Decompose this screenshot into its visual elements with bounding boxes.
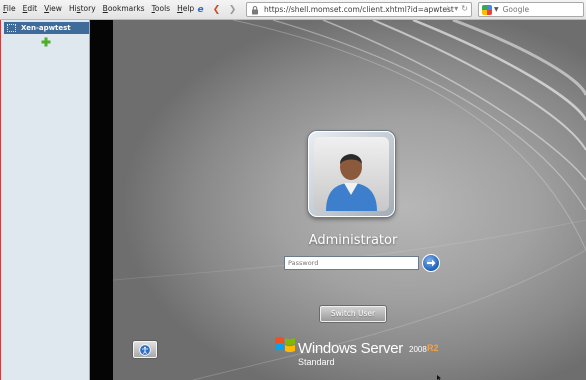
google-icon[interactable] — [482, 4, 492, 15]
green-plus-icon[interactable] — [41, 37, 51, 47]
ease-of-access-icon — [139, 343, 151, 356]
server-icon — [7, 24, 16, 32]
back-arrow-icon[interactable]: ❮ — [210, 3, 223, 16]
windows-edition: Standard — [298, 357, 335, 367]
search-engine-dropdown-icon[interactable]: ▼ — [494, 6, 499, 13]
sidebar-item-server[interactable]: Xen-apwtest — [4, 22, 89, 34]
forward-arrow-icon[interactable]: ❯ — [226, 3, 239, 16]
search-bar[interactable]: ▼ — [478, 2, 584, 17]
desktop-border — [90, 20, 113, 380]
user-avatar — [308, 131, 395, 217]
windows-logo-icon — [275, 336, 295, 353]
menu-edit[interactable]: Edit — [23, 4, 38, 13]
mouse-cursor-icon — [437, 375, 442, 380]
menu-view[interactable]: View — [44, 4, 62, 13]
reload-icon[interactable]: ↻ — [461, 4, 468, 13]
menu-bar: File Edit View History Bookmarks Tools H… — [3, 4, 201, 13]
windows-server-wordmark: Windows Server — [298, 340, 403, 357]
switch-user-button[interactable]: Switch User — [320, 306, 386, 322]
star-icon[interactable]: ☆ — [444, 4, 451, 13]
lock-icon — [252, 5, 258, 14]
menu-history[interactable]: History — [69, 4, 96, 13]
username-label: Administrator — [308, 233, 398, 248]
user-icon — [326, 154, 377, 211]
url-bar[interactable]: https://shell.momset.com/client.xhtml?id… — [246, 2, 472, 17]
windows-version: 2008 — [409, 345, 427, 354]
url-bar-controls: ☆ ▾ ↻ — [444, 4, 468, 13]
search-input[interactable] — [502, 5, 573, 14]
windows-release: R2 — [427, 343, 439, 353]
connection-sidebar: Xen-apwtest — [0, 20, 90, 380]
dropdown-icon[interactable]: ▾ — [454, 4, 458, 13]
ease-of-access-button[interactable] — [133, 341, 157, 358]
nav-buttons: e ❮ ❯ — [194, 3, 239, 16]
menu-file[interactable]: File — [3, 4, 16, 13]
ie-icon[interactable]: e — [194, 3, 207, 16]
menu-bookmarks[interactable]: Bookmarks — [103, 4, 145, 13]
submit-arrow-button[interactable] — [422, 254, 440, 272]
arrow-right-icon — [427, 259, 436, 267]
menu-help[interactable]: Help — [177, 4, 194, 13]
password-field[interactable] — [284, 256, 419, 270]
sidebar-item-label: Xen-apwtest — [21, 24, 71, 32]
url-text: https://shell.momset.com/client.xhtml?id… — [264, 5, 454, 14]
browser-toolbar: File Edit View History Bookmarks Tools H… — [0, 0, 586, 20]
remote-desktop: Administrator Switch User Windows Server… — [113, 20, 586, 380]
menu-tools[interactable]: Tools — [152, 4, 170, 13]
